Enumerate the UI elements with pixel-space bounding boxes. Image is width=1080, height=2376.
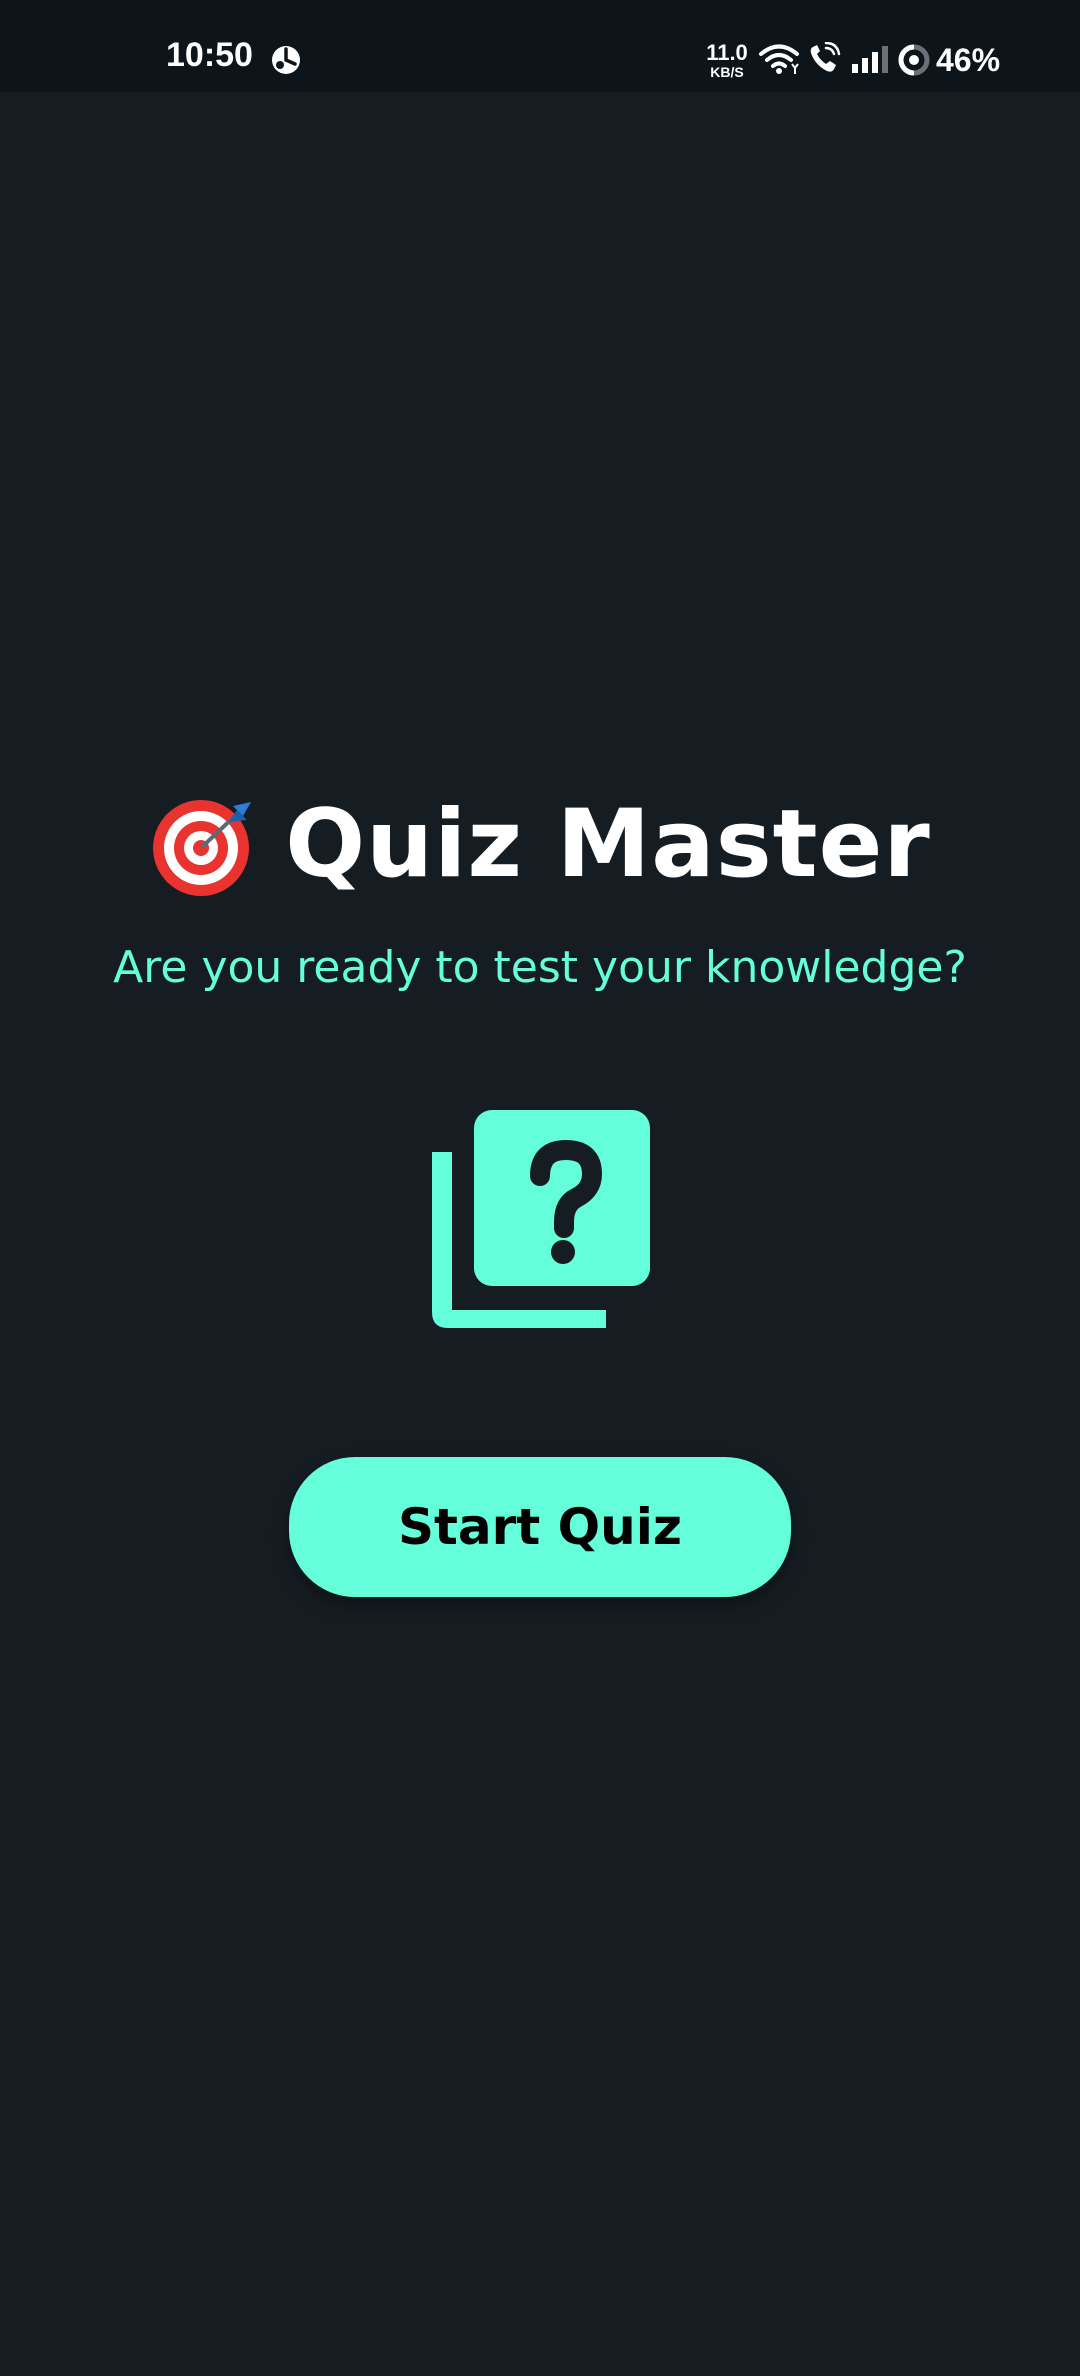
wifi-call-icon: [810, 42, 841, 72]
network-speed: 11.0 KB/S: [700, 40, 754, 80]
signal-icon: [852, 46, 888, 73]
battery-percent: 46%: [936, 42, 1001, 78]
start-quiz-label: Start Quiz: [398, 1498, 682, 1556]
network-speed-value: 11.0: [706, 40, 748, 65]
status-time: 10:50: [166, 36, 253, 74]
battery-ring-icon: [898, 44, 930, 76]
subtitle: Are you ready to test your knowledge?: [113, 942, 967, 993]
app-notification-icon: [272, 46, 300, 74]
network-speed-unit: KB/S: [710, 64, 744, 80]
start-quiz-button[interactable]: Start Quiz: [289, 1457, 791, 1597]
title-row: Quiz Master: [0, 790, 1080, 900]
status-bar: 10:50 11.0 KB/S 46%: [0, 0, 1080, 92]
app-title: Quiz Master: [285, 790, 931, 899]
quiz-question-icon: [432, 1110, 650, 1328]
target-dart-icon: [153, 800, 252, 896]
wifi-icon: [759, 44, 799, 74]
